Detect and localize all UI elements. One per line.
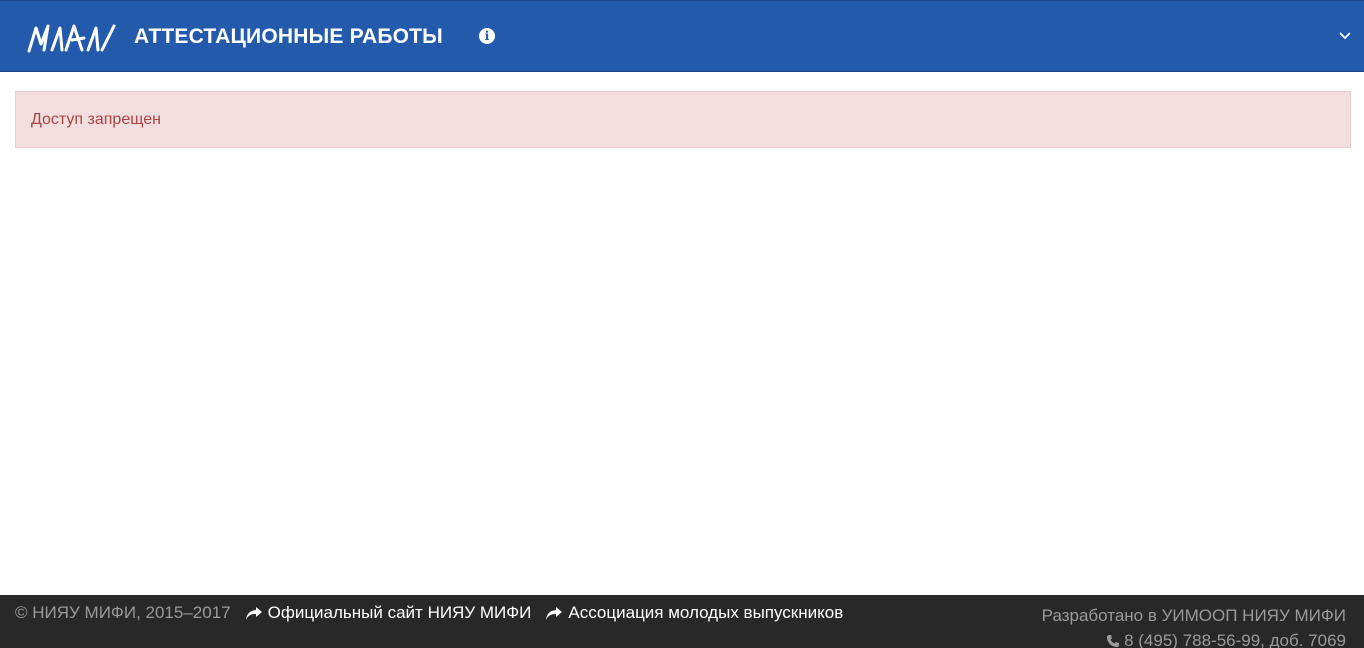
share-arrow-icon: [245, 606, 262, 620]
mephi-logo[interactable]: [26, 20, 118, 56]
navbar-toggle-button[interactable]: [1334, 25, 1356, 47]
official-site-link-label: Официальный сайт НИЯУ МИФИ: [267, 603, 532, 622]
footer-right: Разработано в УИМООП НИЯУ МИФИ 8 (495) 7…: [1042, 603, 1346, 648]
page-title[interactable]: АТТЕСТАЦИОННЫЕ РАБОТЫ: [134, 24, 443, 50]
page-footer: © НИЯУ МИФИ, 2015–2017 Официальный сайт …: [0, 595, 1364, 648]
developer-text: Разработано в УИМООП НИЯУ МИФИ: [1041, 606, 1346, 625]
phone-icon: [1107, 634, 1120, 647]
phone-number: 8 (495) 788-56-99, доб. 7069: [1124, 631, 1346, 648]
top-navbar: АТТЕСТАЦИОННЫЕ РАБОТЫ i: [0, 0, 1364, 72]
alert-message: Доступ запрещен: [31, 111, 161, 128]
footer-left: © НИЯУ МИФИ, 2015–2017 Официальный сайт …: [15, 603, 843, 623]
phone-line: 8 (495) 788-56-99, доб. 7069: [1106, 628, 1346, 648]
alumni-association-link[interactable]: Ассоциация молодых выпускников: [545, 603, 843, 623]
info-circle-icon[interactable]: i: [479, 28, 495, 44]
chevron-down-icon: [1339, 32, 1351, 40]
share-arrow-icon: [546, 606, 563, 620]
access-denied-alert: Доступ запрещен: [15, 91, 1351, 148]
copyright-text: © НИЯУ МИФИ, 2015–2017: [15, 603, 231, 622]
official-site-link[interactable]: Официальный сайт НИЯУ МИФИ: [245, 603, 532, 623]
alumni-association-link-label: Ассоциация молодых выпускников: [568, 603, 844, 622]
